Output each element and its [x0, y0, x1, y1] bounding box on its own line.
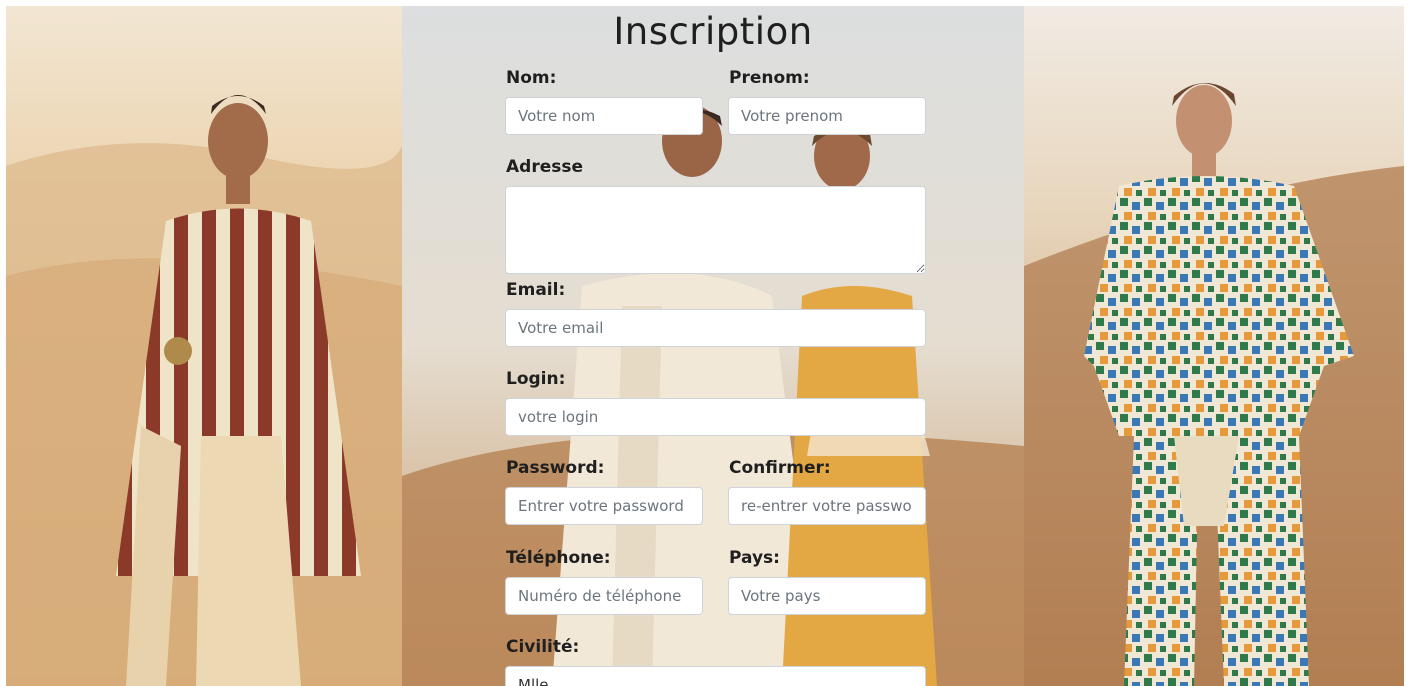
- nom-label: Nom:: [506, 68, 557, 88]
- email-label: Email:: [506, 280, 566, 300]
- civilite-label: Civilité:: [506, 637, 580, 657]
- adresse-textarea[interactable]: [505, 186, 926, 274]
- confirm-password-input[interactable]: [728, 487, 926, 525]
- email-input[interactable]: [505, 309, 926, 347]
- telephone-label: Téléphone:: [506, 548, 611, 568]
- right-fashion-photo: [1024, 6, 1404, 686]
- password-input[interactable]: [505, 487, 703, 525]
- login-input[interactable]: [505, 398, 926, 436]
- pays-input[interactable]: [728, 577, 926, 615]
- password-label: Password:: [506, 458, 605, 478]
- adresse-label: Adresse: [506, 157, 584, 177]
- telephone-input[interactable]: [505, 577, 703, 615]
- page-title: Inscription: [613, 10, 813, 53]
- confirmer-label: Confirmer:: [729, 458, 831, 478]
- civilite-select[interactable]: Mlle: [505, 666, 926, 686]
- civilite-selected-value: Mlle: [518, 676, 549, 686]
- login-label: Login:: [506, 369, 566, 389]
- signup-page: Inscription Nom: Prenom: Adresse Email: …: [0, 0, 1407, 686]
- nom-input[interactable]: [505, 97, 703, 135]
- prenom-label: Prenom:: [729, 68, 810, 88]
- prenom-input[interactable]: [728, 97, 926, 135]
- pays-label: Pays:: [729, 548, 780, 568]
- left-fashion-photo: [6, 6, 402, 686]
